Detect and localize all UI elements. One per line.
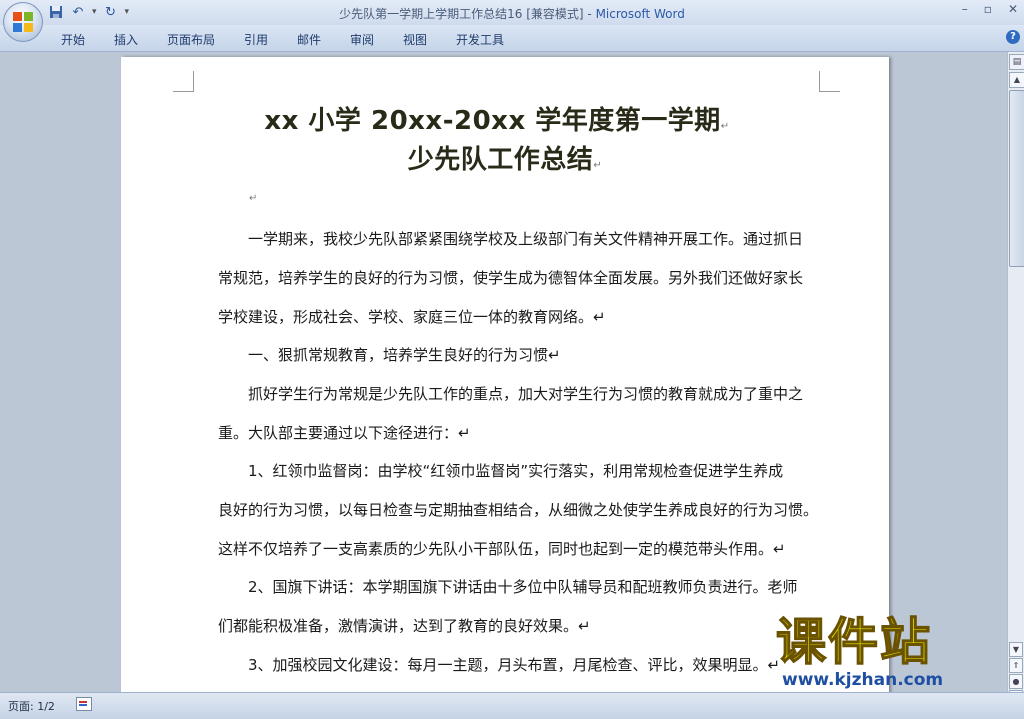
tab-mailings[interactable]: 邮件	[297, 31, 321, 48]
title-line2-text: 少先队工作总结	[407, 145, 594, 175]
tab-page-layout[interactable]: 页面布局	[167, 31, 215, 48]
tab-insert[interactable]: 插入	[114, 31, 138, 48]
office-button[interactable]	[3, 2, 43, 42]
body-line: 们都能积极准备，激情演讲，达到了教育的良好效果。↵	[218, 617, 591, 635]
body-line: 一、狠抓常规教育，培养学生良好的行为习惯↵	[218, 346, 561, 364]
body-line: 良好的行为习惯，以每日检查与定期抽查相结合，从细微之处使学生养成良好的行为习惯。	[218, 501, 819, 519]
watermark-logo: 课件站 www.kjzhan.com	[770, 613, 1010, 694]
watermark-url: www.kjzhan.com	[782, 670, 944, 690]
save-icon[interactable]	[48, 4, 64, 20]
vertical-scrollbar[interactable]: ▤ ▲ ▼ ⇑ ● ⇓	[1007, 52, 1024, 705]
watermark-text: 课件站	[775, 613, 932, 671]
previous-page-button[interactable]: ⇑	[1009, 658, 1023, 673]
undo-dropdown-icon[interactable]: ▾	[92, 7, 97, 17]
tab-references[interactable]: 引用	[244, 31, 268, 48]
body-line: 一学期来，我校少先队部紧紧围绕学校及上级部门有关文件精神开展工作。通过抓日	[218, 230, 804, 248]
scroll-up-button[interactable]: ▲	[1009, 72, 1024, 88]
tab-view[interactable]: 视图	[403, 31, 427, 48]
body-line: 这样不仅培养了一支高素质的少先队小干部队伍，同时也起到一定的模范带头作用。↵	[218, 540, 786, 558]
office-logo-icon	[13, 12, 33, 32]
blank-paragraph-mark: ↵	[249, 193, 258, 204]
paragraph-mark: ↵	[593, 160, 603, 171]
crop-mark-top-left	[173, 71, 194, 92]
tab-developer[interactable]: 开发工具	[456, 31, 504, 48]
status-bar: 页面: 1/2	[0, 692, 1024, 719]
document-title-line2: 少先队工作总结↵	[121, 139, 889, 176]
paragraph-mark: ↵	[720, 121, 730, 132]
scroll-thumb[interactable]	[1009, 90, 1024, 267]
page-count-status[interactable]: 页面: 1/2	[8, 698, 55, 714]
customize-icon[interactable]: ▾	[125, 7, 130, 17]
window-title: 少先队第一学期上学期工作总结16 [兼容模式] - Microsoft Word	[0, 5, 1024, 22]
body-line: 常规范，培养学生的良好的行为习惯，使学生成为德智体全面发展。另外我们还做好家长	[218, 269, 804, 287]
title-bar: 少先队第一学期上学期工作总结16 [兼容模式] - Microsoft Word…	[0, 0, 1024, 25]
help-icon[interactable]: ?	[1006, 30, 1020, 44]
body-line: 3、加强校园文化建设：每月一主题，月头布置，月尾检查、评比，效果明显。↵	[218, 656, 781, 674]
window-title-app: Microsoft Word	[595, 7, 685, 21]
body-line: 抓好学生行为常规是少先队工作的重点，加大对学生行为习惯的教育就成为了重中之	[218, 385, 804, 403]
close-button[interactable]: ✕	[1008, 2, 1018, 16]
window-title-sep: -	[583, 7, 596, 21]
ribbon-tabs: 开始 插入 页面布局 引用 邮件 审阅 视图 开发工具 ?	[0, 25, 1024, 52]
body-line: 1、红领巾监督岗：由学校“红领巾监督岗”实行落实，利用常规检查促进学生养成	[218, 462, 784, 480]
tab-home[interactable]: 开始	[61, 31, 85, 48]
window-controls: – ▫ ✕	[962, 2, 1018, 16]
crop-mark-top-right	[819, 71, 840, 92]
restore-button[interactable]: ▫	[984, 2, 992, 16]
title-line1-text: xx 小学 20xx-20xx 学年度第一学期	[264, 106, 721, 136]
document-title-line1: xx 小学 20xx-20xx 学年度第一学期↵	[113, 100, 881, 137]
body-line: 重。大队部主要通过以下途径进行：↵	[218, 424, 471, 442]
window-title-doc: 少先队第一学期上学期工作总结16 [兼容模式]	[339, 7, 584, 21]
body-line: 学校建设，形成社会、学校、家庭三位一体的教育网络。↵	[218, 308, 606, 326]
ruler-toggle-icon[interactable]: ▤	[1009, 54, 1024, 70]
browse-object-button[interactable]: ●	[1009, 674, 1023, 689]
body-line: 2、国旗下讲话：本学期国旗下讲话由十多位中队辅导员和配班教师负责进行。老师	[218, 578, 798, 596]
document-area: xx 小学 20xx-20xx 学年度第一学期↵ 少先队工作总结↵ ↵ 一学期来…	[0, 52, 1007, 692]
minimize-button[interactable]: –	[962, 2, 968, 16]
proofing-icon[interactable]	[76, 697, 92, 711]
undo-icon[interactable]: ↶	[70, 4, 86, 20]
scroll-down-button[interactable]: ▼	[1009, 642, 1023, 657]
quick-access-toolbar: ↶ ▾ ↻ ▾	[48, 3, 129, 21]
tab-review[interactable]: 审阅	[350, 31, 374, 48]
document-page[interactable]: xx 小学 20xx-20xx 学年度第一学期↵ 少先队工作总结↵ ↵ 一学期来…	[121, 57, 889, 692]
redo-icon[interactable]: ↻	[103, 4, 119, 20]
